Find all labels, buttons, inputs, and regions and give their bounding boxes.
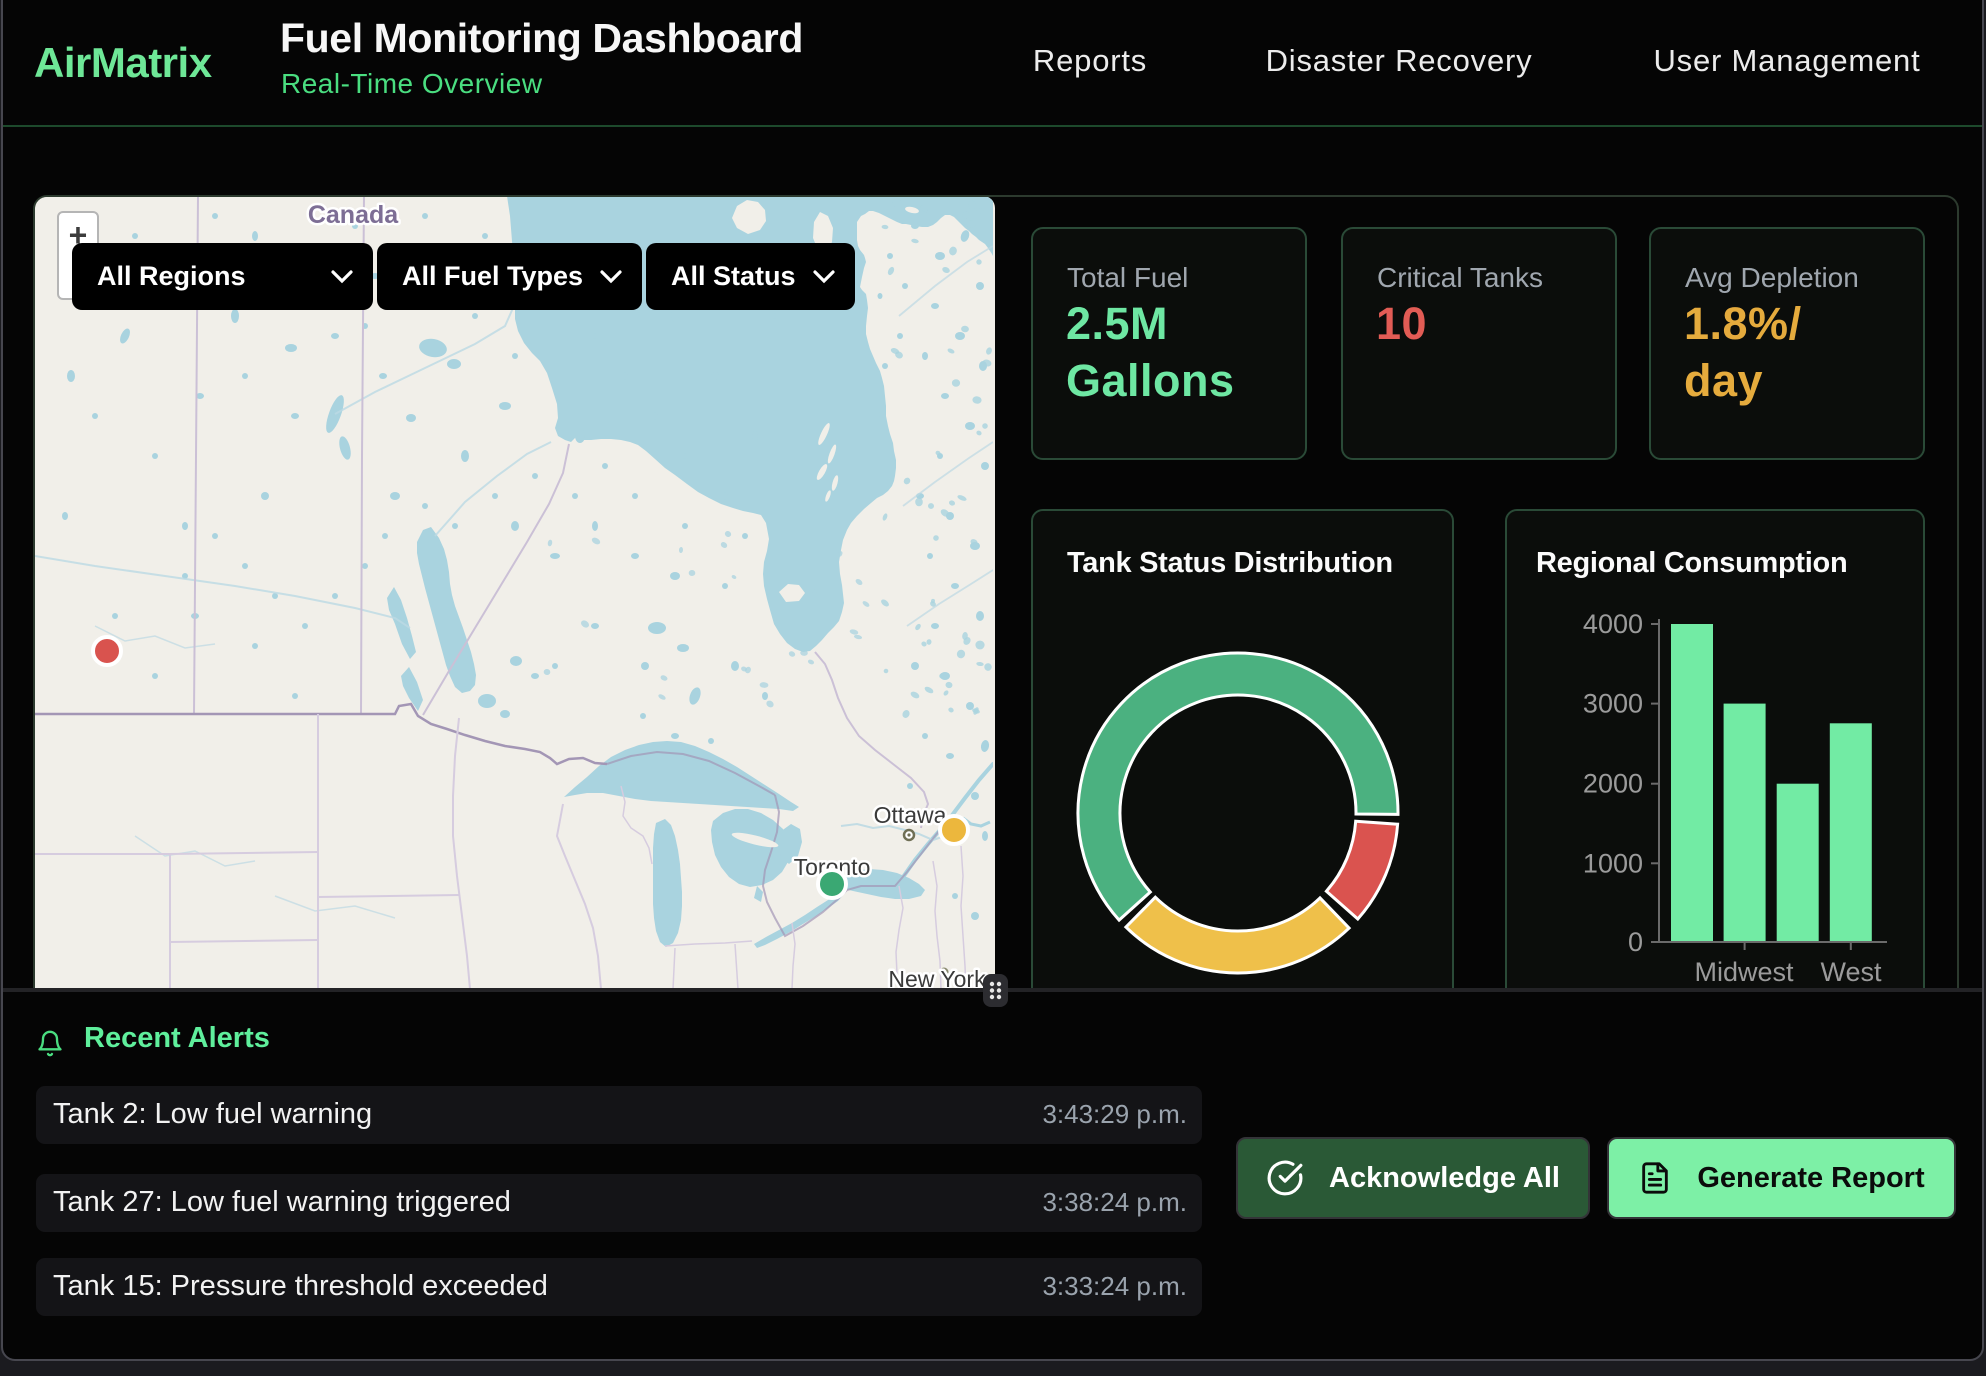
svg-text:3000: 3000 [1583,689,1643,719]
svg-text:New York: New York [888,966,986,989]
svg-text:Midwest: Midwest [1694,957,1794,987]
svg-text:West: West [1820,957,1882,987]
svg-text:Ottawa: Ottawa [874,802,947,828]
svg-text:4000: 4000 [1583,609,1643,639]
svg-text:0: 0 [1628,927,1643,957]
svg-text:1000: 1000 [1583,848,1643,878]
svg-text:2000: 2000 [1583,769,1643,799]
svg-text:Canada: Canada [308,201,399,229]
